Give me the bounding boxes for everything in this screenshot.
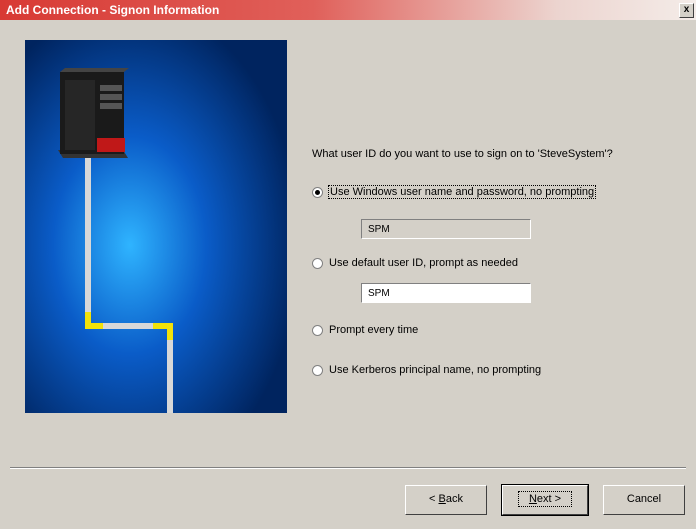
radio-kerberos[interactable]	[312, 364, 323, 376]
footer-divider	[10, 467, 686, 469]
close-icon[interactable]: x	[679, 3, 694, 18]
next-button[interactable]: Next >	[501, 484, 589, 516]
server-icon	[58, 68, 129, 158]
option-windows-user-label: Use Windows user name and password, no p…	[327, 185, 597, 199]
window-title: Add Connection - Signon Information	[6, 3, 220, 17]
wizard-illustration	[25, 40, 287, 413]
cancel-button[interactable]: Cancel	[603, 485, 685, 515]
option-kerberos-label: Use Kerberos principal name, no promptin…	[329, 364, 542, 376]
option-default-user[interactable]: Use default user ID, prompt as needed	[312, 257, 518, 269]
default-user-id-input[interactable]: SPM	[361, 283, 531, 303]
option-default-user-label: Use default user ID, prompt as needed	[329, 257, 518, 269]
option-prompt-every-time[interactable]: Prompt every time	[312, 324, 418, 336]
radio-windows-user[interactable]	[312, 186, 323, 198]
option-kerberos[interactable]: Use Kerberos principal name, no promptin…	[312, 364, 541, 376]
back-button[interactable]: < Back	[405, 485, 487, 515]
server-illustration-graphic	[25, 40, 287, 413]
windows-user-field: SPM	[361, 219, 531, 239]
signon-question: What user ID do you want to use to sign …	[312, 148, 613, 160]
radio-default-user[interactable]	[312, 257, 323, 269]
option-windows-user[interactable]: Use Windows user name and password, no p…	[312, 185, 597, 199]
radio-prompt-every-time[interactable]	[312, 324, 323, 336]
option-prompt-every-time-label: Prompt every time	[329, 324, 419, 336]
title-bar: Add Connection - Signon Information x	[0, 0, 696, 20]
